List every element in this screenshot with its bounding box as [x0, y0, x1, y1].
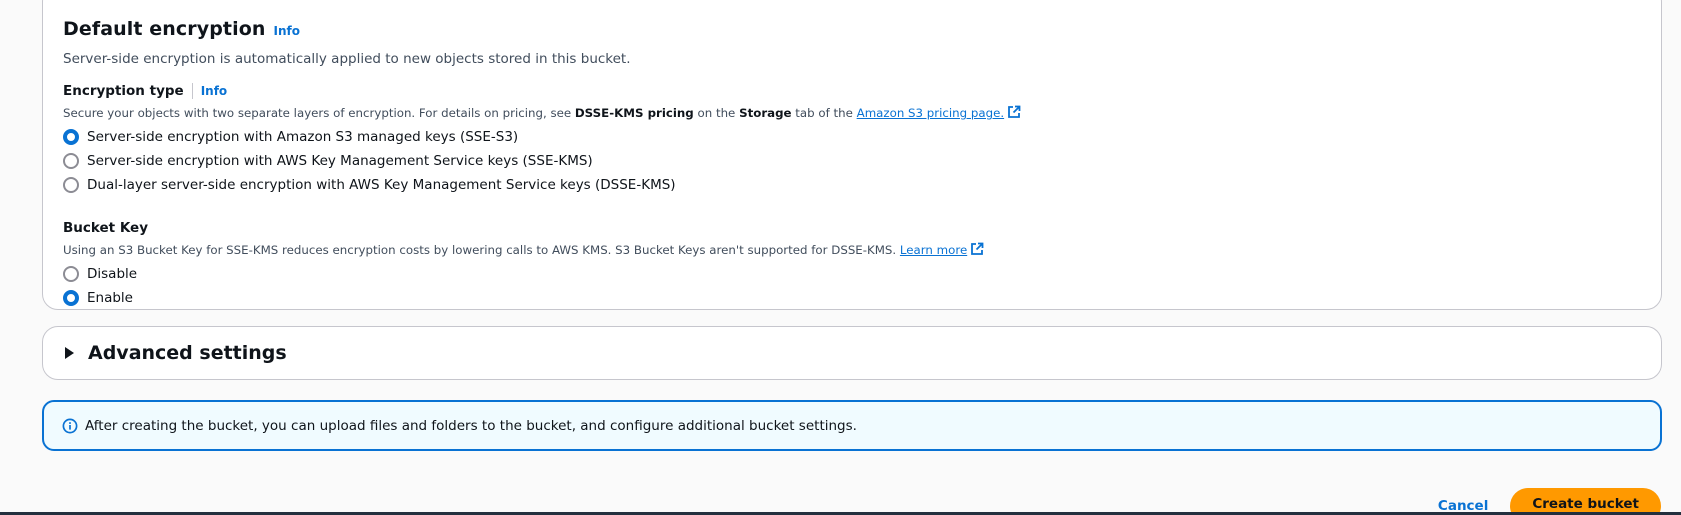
default-encryption-panel: Default encryption Info Server-side encr… — [42, 0, 1662, 310]
external-link-icon[interactable] — [970, 242, 984, 260]
info-alert: After creating the bucket, you can uploa… — [42, 400, 1662, 451]
advanced-settings-title[interactable]: Advanced settings — [88, 342, 287, 364]
info-circle-icon — [62, 418, 78, 434]
default-encryption-description: Server-side encryption is automatically … — [63, 51, 631, 67]
radio-label-sse-s3: Server-side encryption with Amazon S3 ma… — [87, 129, 519, 145]
radio-sse-kms[interactable]: Server-side encryption with AWS Key Mana… — [63, 149, 1641, 173]
label-separator — [191, 83, 193, 99]
info-alert-text: After creating the bucket, you can uploa… — [85, 417, 857, 434]
radio-dsse-kms[interactable]: Dual-layer server-side encryption with A… — [63, 173, 1641, 197]
radio-label-sse-kms: Server-side encryption with AWS Key Mana… — [87, 153, 593, 169]
external-link-icon[interactable] — [1007, 105, 1021, 123]
encryption-type-desc-after: tab of the — [791, 106, 857, 120]
radio-disable[interactable]: Disable — [63, 262, 1641, 286]
encryption-type-desc-mid: on the — [693, 106, 740, 120]
radio-button-sse-s3[interactable] — [63, 129, 79, 145]
radio-button-sse-kms[interactable] — [63, 153, 79, 169]
dsse-kms-pricing-text: DSSE-KMS pricing — [574, 106, 694, 120]
radio-label-disable: Disable — [87, 266, 138, 282]
form-actions: Cancel Create bucket — [1438, 488, 1661, 515]
encryption-type-desc-text: Secure your objects with two separate la… — [63, 106, 575, 120]
default-encryption-header: Default encryption Info — [63, 18, 1641, 44]
bucket-key-description: Using an S3 Bucket Key for SSE-KMS reduc… — [63, 242, 1641, 260]
default-encryption-info-link[interactable]: Info — [274, 24, 300, 38]
encryption-type-radio-group: Server-side encryption with Amazon S3 ma… — [63, 125, 1641, 197]
default-encryption-title: Default encryption — [63, 18, 266, 40]
radio-label-enable: Enable — [87, 290, 133, 306]
encryption-type-description: Secure your objects with two separate la… — [63, 105, 1641, 123]
radio-button-enable[interactable] — [63, 290, 79, 306]
bucket-key-label: Bucket Key — [63, 220, 149, 236]
bucket-key-radio-group: Disable Enable — [63, 262, 1641, 310]
radio-button-disable[interactable] — [63, 266, 79, 282]
radio-enable[interactable]: Enable — [63, 286, 1641, 310]
create-bucket-button[interactable]: Create bucket — [1510, 488, 1661, 515]
encryption-type-label-row: Encryption type Info — [63, 82, 1641, 100]
advanced-settings-expander[interactable]: Advanced settings — [42, 326, 1662, 380]
radio-sse-s3[interactable]: Server-side encryption with Amazon S3 ma… — [63, 125, 1641, 149]
caret-right-icon[interactable] — [65, 347, 74, 359]
radio-button-dsse-kms[interactable] — [63, 177, 79, 193]
radio-label-dsse-kms: Dual-layer server-side encryption with A… — [87, 177, 676, 193]
storage-tab-text: Storage — [739, 106, 792, 120]
bucket-key-desc-text: Using an S3 Bucket Key for SSE-KMS reduc… — [63, 243, 900, 257]
page: Default encryption Info Server-side encr… — [0, 0, 1681, 515]
bucket-key-label-row: Bucket Key — [63, 219, 1641, 237]
encryption-type-label: Encryption type — [63, 83, 184, 99]
encryption-type-info-link[interactable]: Info — [201, 84, 227, 98]
s3-pricing-page-link[interactable]: Amazon S3 pricing page. — [857, 106, 1004, 120]
learn-more-link[interactable]: Learn more — [900, 243, 967, 257]
